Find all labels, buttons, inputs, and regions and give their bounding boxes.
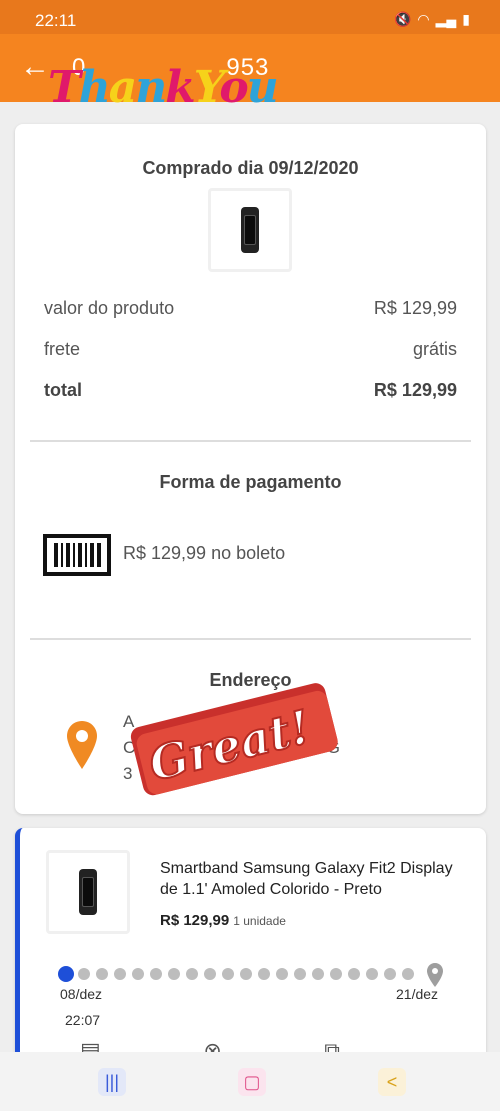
signal-icon: ▂▄ bbox=[435, 11, 457, 27]
product-thumbnail[interactable] bbox=[208, 188, 292, 272]
timeline-dot bbox=[204, 968, 216, 980]
timeline-dot bbox=[402, 968, 414, 980]
back-arrow-icon[interactable]: ← bbox=[20, 50, 50, 84]
smartband-image bbox=[79, 869, 97, 915]
item-name: Smartband Samsung Galaxy Fit2 Display de… bbox=[160, 860, 453, 898]
timeline-dot bbox=[132, 968, 144, 980]
divider bbox=[30, 440, 471, 442]
product-value-row: valor do produto R$ 129,99 bbox=[44, 298, 457, 318]
wifi-icon: ◠ bbox=[417, 11, 430, 27]
great-sticker: Great! bbox=[130, 683, 338, 796]
timeline-dot bbox=[150, 968, 162, 980]
item-price: R$ 129,99 1 unidade bbox=[160, 912, 286, 929]
battery-icon: ▮ bbox=[462, 11, 470, 27]
order-item-card[interactable]: Smartband Samsung Galaxy Fit2 Display de… bbox=[15, 828, 486, 1068]
timeline-end-date: 21/dez bbox=[396, 986, 439, 1002]
timeline-dot bbox=[96, 968, 108, 980]
back-icon[interactable]: < bbox=[378, 1068, 406, 1096]
smartband-image bbox=[241, 207, 259, 253]
item-quantity: 1 unidade bbox=[233, 914, 286, 928]
timeline-dot bbox=[240, 968, 252, 980]
map-pin-icon bbox=[67, 721, 97, 769]
timeline-dot bbox=[222, 968, 234, 980]
status-time: 22:11 bbox=[35, 11, 77, 30]
timeline-dot bbox=[114, 968, 126, 980]
timeline-start-date: 08/dez bbox=[60, 986, 103, 1002]
item-thumbnail[interactable] bbox=[46, 850, 130, 934]
payment-method: R$ 129,99 no boleto bbox=[123, 543, 286, 563]
timeline-dot bbox=[186, 968, 198, 980]
timeline-dot-active bbox=[58, 966, 74, 982]
shipping-row: frete grátis bbox=[44, 339, 457, 359]
recents-icon[interactable]: ||| bbox=[98, 1068, 126, 1096]
system-nav-bar: ||| ▢ < bbox=[0, 1052, 500, 1111]
timeline-dot bbox=[78, 968, 90, 980]
barcode-icon bbox=[43, 534, 111, 576]
status-bar: 22:11 🔇 ◠ ▂▄ ▮ bbox=[0, 0, 500, 34]
timeline-dot bbox=[384, 968, 396, 980]
mute-icon: 🔇 bbox=[393, 11, 412, 27]
home-icon[interactable]: ▢ bbox=[238, 1068, 266, 1096]
timeline-dot bbox=[168, 968, 180, 980]
total-row: total R$ 129,99 bbox=[44, 380, 457, 400]
payment-title: Forma de pagamento bbox=[159, 472, 342, 492]
purchase-date-title: Comprado dia 09/12/2020 bbox=[142, 158, 359, 178]
timeline-start-time: 22:07 bbox=[65, 1012, 101, 1028]
divider bbox=[30, 638, 471, 640]
app-bar: ← 0 953 ThankYou bbox=[0, 34, 500, 113]
timeline-dot bbox=[312, 968, 324, 980]
destination-pin-icon bbox=[427, 963, 443, 987]
timeline-dot bbox=[330, 968, 342, 980]
timeline-dot bbox=[258, 968, 270, 980]
thank-you-sticker: ThankYou bbox=[48, 62, 279, 113]
status-icons: 🔇 ◠ ▂▄ ▮ bbox=[394, 11, 470, 28]
timeline-dot bbox=[348, 968, 360, 980]
timeline-dot bbox=[276, 968, 288, 980]
timeline-dot bbox=[366, 968, 378, 980]
timeline-dot bbox=[294, 968, 306, 980]
